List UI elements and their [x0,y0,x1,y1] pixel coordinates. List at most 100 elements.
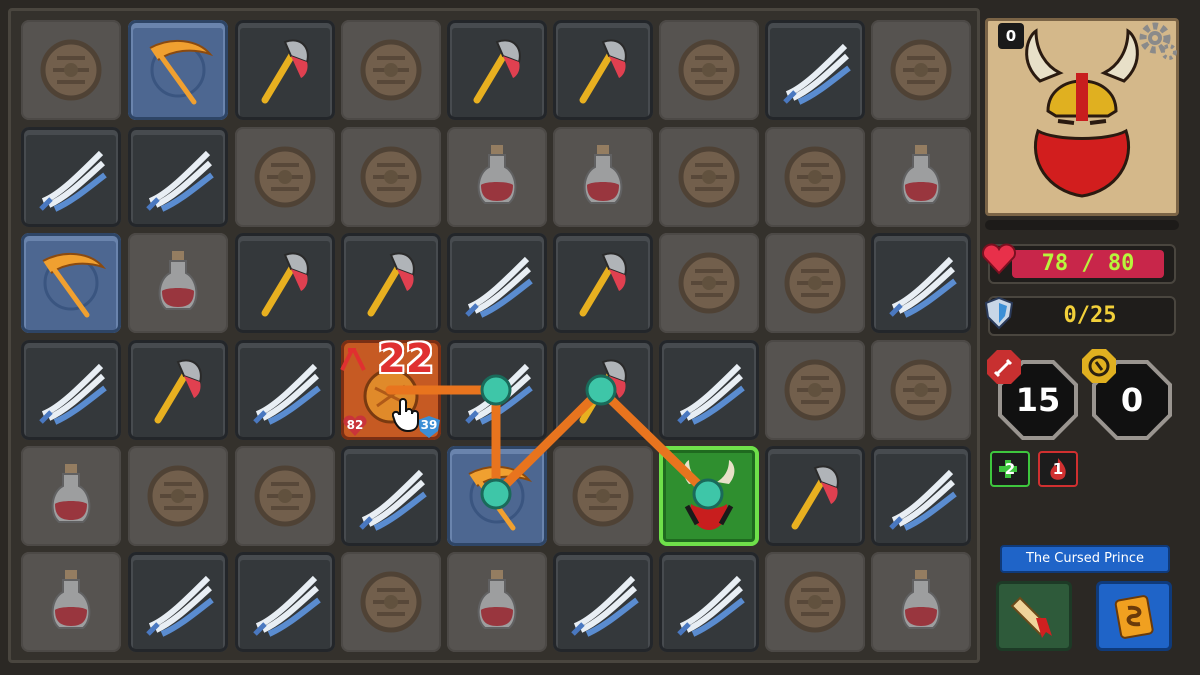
axe-icon [773,454,857,538]
board-tile[interactable] [659,340,759,440]
claw-icon [561,560,645,644]
potion-icon [455,560,539,644]
board-tile[interactable] [765,552,865,652]
claw-icon [879,454,963,538]
board-tile[interactable] [871,127,971,227]
board-tile[interactable] [341,446,441,546]
board-tile[interactable] [447,127,547,227]
board-tile[interactable] [341,20,441,120]
board-tile[interactable] [21,127,121,227]
board-tile[interactable] [21,20,121,120]
board-tile[interactable] [765,233,865,333]
board-tile[interactable] [659,446,759,546]
board-tile[interactable] [553,446,653,546]
shield-icon [667,135,751,219]
board-tile[interactable] [235,233,335,333]
shield-icon [879,348,963,432]
board-tile[interactable] [553,127,653,227]
board-tile[interactable] [765,20,865,120]
axe-icon [243,241,327,325]
board-tile[interactable] [765,340,865,440]
board-tile[interactable] [553,20,653,120]
scythe-icon [136,28,220,112]
claw-icon [773,28,857,112]
shield-icon [561,454,645,538]
shield-icon [773,241,857,325]
claw-icon [455,241,539,325]
board-tile[interactable] [659,20,759,120]
shield-icon [243,135,327,219]
board-tile[interactable] [128,233,228,333]
board-tile[interactable] [21,340,121,440]
board-tile[interactable] [128,446,228,546]
board-tile[interactable] [235,446,335,546]
claw-icon [349,454,433,538]
shield-icon [136,454,220,538]
board-tile[interactable] [21,446,121,546]
potion-icon [29,560,113,644]
shield-icon [773,560,857,644]
board-tile[interactable] [871,552,971,652]
board-tile[interactable] [765,446,865,546]
shield-icon [667,28,751,112]
board-tile[interactable] [21,233,121,333]
scythe-icon [29,241,113,325]
axe-icon [561,241,645,325]
board-tile[interactable] [871,340,971,440]
axe-icon [455,28,539,112]
board-tile[interactable] [235,127,335,227]
board-tile[interactable] [447,233,547,333]
board-tile[interactable] [235,340,335,440]
board-tile[interactable] [447,20,547,120]
board-tile[interactable] [235,552,335,652]
armor-bar: 0/25 [988,296,1176,336]
board-tile[interactable] [341,127,441,227]
board-tile[interactable] [447,446,547,546]
board-tile[interactable] [871,20,971,120]
spellbook-button[interactable] [1096,581,1172,651]
enemy-hp-badge: 82 [342,415,368,437]
board-tile[interactable] [871,446,971,546]
board-tile[interactable] [341,552,441,652]
board-tile[interactable] [659,552,759,652]
shield-icon [243,454,327,538]
shield-icon [349,135,433,219]
board-tile[interactable] [659,127,759,227]
claw-icon [136,560,220,644]
board-tile[interactable] [341,233,441,333]
settings-gear-icon[interactable] [1135,18,1179,62]
claw-icon [29,348,113,432]
enemy-attack-icon [340,348,366,371]
claw-icon [243,560,327,644]
claw-icon [879,241,963,325]
board-tile[interactable] [659,233,759,333]
claw-icon [667,348,751,432]
shield-icon [667,241,751,325]
shield-icon [773,135,857,219]
shield-icon [349,560,433,644]
shield-icon [349,28,433,112]
potion-icon [879,135,963,219]
board-tile[interactable] [21,552,121,652]
board-tile[interactable] [553,340,653,440]
board-tile[interactable] [128,340,228,440]
board-tile[interactable] [128,127,228,227]
potion-icon [879,560,963,644]
scroll-button[interactable] [996,581,1072,651]
scroll-icon [1010,596,1052,638]
board-tile[interactable] [447,552,547,652]
potion-icon [455,135,539,219]
board-tile[interactable] [871,233,971,333]
board-tile[interactable] [128,552,228,652]
heart-icon [982,243,1016,275]
board-tile[interactable] [553,552,653,652]
board-tile[interactable] [447,340,547,440]
board-tile[interactable] [128,20,228,120]
board-tile[interactable] [235,20,335,120]
shield-icon [773,348,857,432]
portrait-counter: 0 [998,23,1024,49]
board-tile[interactable] [553,233,653,333]
gold-coin-icon [1082,349,1116,383]
board-tile[interactable] [765,127,865,227]
heal-buff-value: 2 [1004,460,1016,478]
